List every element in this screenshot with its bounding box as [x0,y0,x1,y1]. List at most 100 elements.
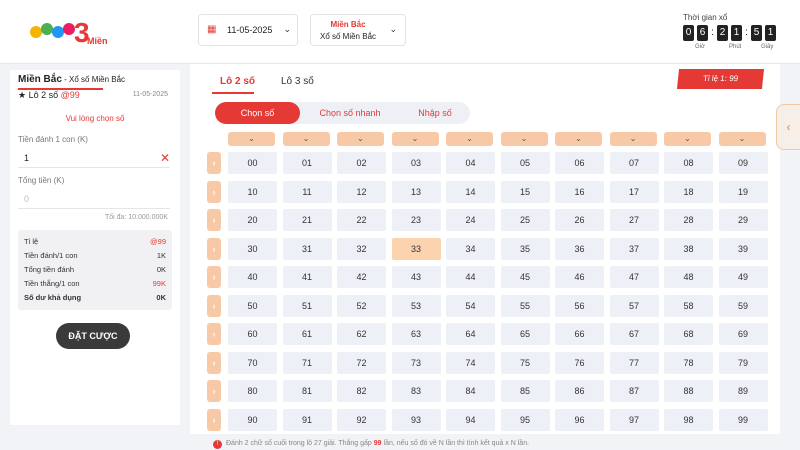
number-cell[interactable]: 41 [282,266,332,288]
number-cell[interactable]: 96 [555,408,604,431]
number-cell[interactable]: 17 [609,180,659,203]
number-cell[interactable]: 53 [391,294,441,317]
number-cell[interactable]: 33 [391,237,441,260]
number-cell[interactable]: 59 [718,294,768,317]
number-cell[interactable]: 29 [718,209,768,231]
number-cell[interactable]: 91 [282,408,332,431]
number-cell[interactable]: 46 [555,266,604,288]
number-cell[interactable]: 13 [391,180,441,203]
number-cell[interactable]: 67 [609,323,659,345]
number-cell[interactable]: 39 [718,237,768,260]
column-select-button[interactable]: ⌄ [555,132,602,146]
number-cell[interactable]: 70 [228,351,277,374]
number-cell[interactable]: 42 [337,266,386,288]
number-cell[interactable]: 94 [446,408,495,431]
number-cell[interactable]: 36 [555,237,604,260]
column-select-button[interactable]: ⌄ [391,132,439,146]
number-cell[interactable]: 27 [609,209,659,231]
number-cell[interactable]: 26 [555,209,604,231]
number-cell[interactable]: 82 [337,380,386,402]
number-cell[interactable]: 84 [446,380,495,402]
row-select-button[interactable]: › [207,408,221,431]
column-select-button[interactable]: ⌄ [500,132,548,146]
number-cell[interactable]: 99 [718,408,768,431]
number-cell[interactable]: 79 [718,351,768,374]
number-cell[interactable]: 81 [282,380,332,402]
number-cell[interactable]: 37 [609,237,659,260]
number-cell[interactable]: 49 [718,266,768,288]
number-cell[interactable]: 52 [337,294,386,317]
number-cell[interactable]: 92 [337,408,386,431]
number-cell[interactable]: 77 [609,351,659,374]
number-cell[interactable]: 62 [337,323,386,345]
number-cell[interactable]: 75 [500,351,550,374]
number-cell[interactable]: 50 [228,294,277,317]
number-cell[interactable]: 19 [718,180,768,203]
number-cell[interactable]: 86 [555,380,604,402]
number-cell[interactable]: 78 [664,351,713,374]
row-select-button[interactable]: › [207,266,221,288]
row-select-button[interactable]: › [207,380,221,402]
number-cell[interactable]: 66 [555,323,604,345]
number-cell[interactable]: 93 [391,408,441,431]
number-cell[interactable]: 08 [664,152,713,174]
number-cell[interactable]: 01 [282,152,332,174]
number-cell[interactable]: 15 [500,180,550,203]
number-cell[interactable]: 43 [391,266,441,288]
number-cell[interactable]: 57 [609,294,659,317]
number-cell[interactable]: 20 [228,209,277,231]
number-cell[interactable]: 04 [446,152,495,174]
number-cell[interactable]: 87 [609,380,659,402]
number-cell[interactable]: 71 [282,351,332,374]
number-cell[interactable]: 85 [500,380,550,402]
column-select-button[interactable]: ⌄ [446,132,493,146]
number-cell[interactable]: 63 [391,323,441,345]
number-cell[interactable]: 48 [664,266,713,288]
number-cell[interactable]: 05 [500,152,550,174]
date-picker[interactable]: ▦ 11-05-2025 ⌄ [198,14,298,46]
clear-icon[interactable]: ✕ [160,151,170,165]
number-cell[interactable]: 38 [664,237,713,260]
number-cell[interactable]: 25 [500,209,550,231]
column-select-button[interactable]: ⌄ [609,132,657,146]
number-cell[interactable]: 54 [446,294,495,317]
number-cell[interactable]: 69 [718,323,768,345]
number-cell[interactable]: 89 [718,380,768,402]
number-cell[interactable]: 32 [337,237,386,260]
number-cell[interactable]: 31 [282,237,332,260]
number-cell[interactable]: 72 [337,351,386,374]
number-cell[interactable]: 11 [282,180,332,203]
column-select-button[interactable]: ⌄ [282,132,330,146]
number-cell[interactable]: 65 [500,323,550,345]
total-input[interactable]: 0 [18,191,170,209]
row-select-button[interactable]: › [207,209,221,231]
number-cell[interactable]: 83 [391,380,441,402]
row-select-button[interactable]: › [207,180,221,203]
number-cell[interactable]: 07 [609,152,659,174]
number-cell[interactable]: 47 [609,266,659,288]
row-select-button[interactable]: › [207,237,221,260]
number-cell[interactable]: 06 [555,152,604,174]
number-cell[interactable]: 09 [718,152,768,174]
number-cell[interactable]: 98 [664,408,713,431]
number-cell[interactable]: 95 [500,408,550,431]
number-cell[interactable]: 03 [391,152,441,174]
number-cell[interactable]: 30 [228,237,277,260]
number-cell[interactable]: 35 [500,237,550,260]
number-cell[interactable]: 14 [446,180,495,203]
row-select-button[interactable]: › [207,294,221,317]
number-cell[interactable]: 28 [664,209,713,231]
number-cell[interactable]: 40 [228,266,277,288]
number-cell[interactable]: 97 [609,408,659,431]
number-cell[interactable]: 60 [228,323,277,345]
number-cell[interactable]: 16 [555,180,604,203]
number-cell[interactable]: 64 [446,323,495,345]
number-cell[interactable]: 02 [337,152,386,174]
number-cell[interactable]: 80 [228,380,277,402]
side-panel-toggle[interactable]: ‹ [776,104,800,150]
number-cell[interactable]: 76 [555,351,604,374]
row-select-button[interactable]: › [207,152,221,174]
number-cell[interactable]: 34 [446,237,495,260]
place-bet-button[interactable]: ĐẶT CƯỢC [56,323,130,349]
number-cell[interactable]: 68 [664,323,713,345]
